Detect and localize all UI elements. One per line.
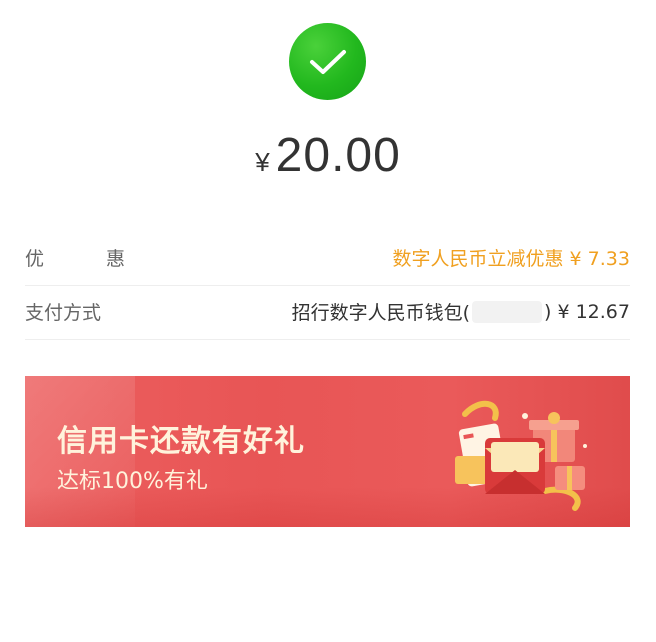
currency-symbol: ¥	[255, 147, 270, 177]
gift-box-envelope-icon	[455, 401, 587, 511]
banner-title: 信用卡还款有好礼	[57, 424, 305, 459]
discount-label: 优 惠	[25, 248, 154, 270]
wallet-name: 招行数字人民币钱包(	[291, 302, 471, 324]
payment-method-row: 支付方式 招行数字人民币钱包( ) ¥ 12.67	[25, 284, 630, 340]
discount-value: 数字人民币立减优惠 ¥ 7.33	[392, 248, 630, 270]
payment-method-value: 招行数字人民币钱包( ) ¥ 12.67	[292, 298, 630, 325]
payment-result-page: ¥ 20.00 优 惠 数字人民币立减优惠 ¥ 7.33 支付方式 招行数字人民…	[0, 0, 656, 642]
discount-row: 优 惠 数字人民币立减优惠 ¥ 7.33	[25, 230, 630, 286]
masked-wallet-number	[472, 300, 543, 323]
amount-value: 20.00	[275, 129, 401, 182]
banner-subtitle: 达标100%有礼	[57, 469, 208, 494]
payment-method-label: 支付方式	[25, 302, 102, 324]
wallet-amount: ) ¥ 12.67	[544, 300, 630, 323]
payment-amount: ¥ 20.00	[0, 128, 656, 188]
promo-banner[interactable]: 信用卡还款有好礼 达标100%有礼	[25, 376, 630, 527]
check-circle-icon	[289, 23, 366, 100]
